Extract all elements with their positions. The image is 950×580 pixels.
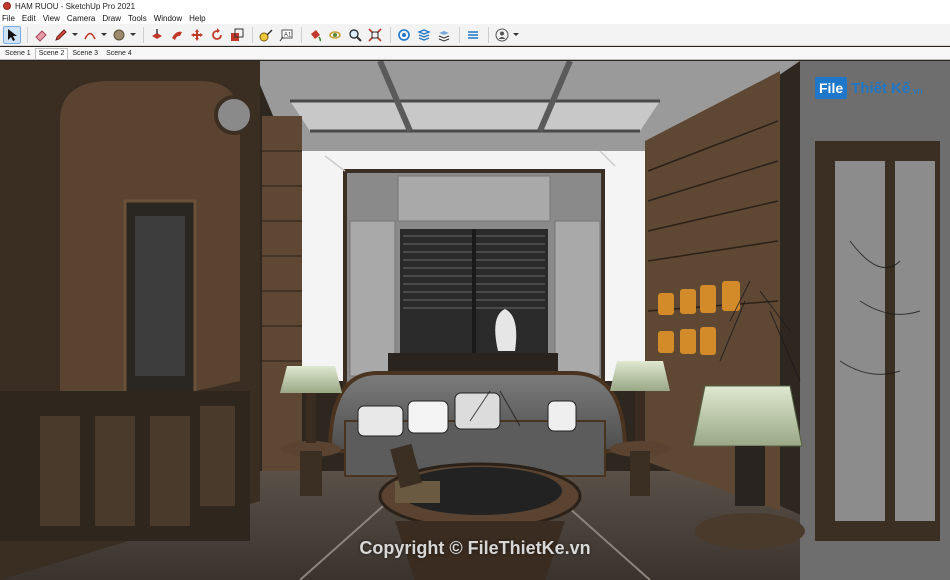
toolbar: A1 [0,24,950,46]
orbit-icon [329,30,341,39]
zoom-extents-icon [368,27,382,42]
push-pull-icon [152,28,162,39]
menu-help[interactable]: Help [189,14,205,23]
toolbar-separator [390,26,391,43]
arc-tool-button[interactable] [81,26,99,44]
pencil-icon [55,28,67,41]
toolbar-separator [252,26,253,43]
circle-shape-icon [113,29,125,40]
toolbar-separator [143,26,144,43]
extension-warehouse-button[interactable] [415,26,433,44]
shape-tool-button[interactable] [110,26,128,44]
title-bar: HAM RUOU - SketchUp Pro 2021 [0,0,950,12]
window-title: HAM RUOU - SketchUp Pro 2021 [15,1,136,11]
extension-icon [417,28,431,41]
menu-camera[interactable]: Camera [67,14,95,23]
user-account-icon [495,28,509,41]
push-pull-tool-button[interactable] [148,26,166,44]
toolbar-separator [459,26,460,43]
left-table-lamp [280,366,342,393]
eraser-icon [35,29,47,42]
svg-text:A1: A1 [284,32,292,38]
scene-tab-1[interactable]: Scene 1 [1,48,35,59]
tape-measure-tool-button[interactable] [257,26,275,44]
scene-tab-2[interactable]: Scene 2 [34,48,69,59]
toolbar-separator [301,26,302,43]
floor-lamp [692,385,803,447]
arrow-cursor-icon [8,28,17,41]
warehouse-button[interactable] [395,26,413,44]
menu-edit[interactable]: Edit [22,14,36,23]
copyright-watermark: Copyright © FileThietKe.vn [359,538,591,558]
wall-clock [214,95,254,135]
wine-cellar-render [0,61,950,580]
scale-tool-button[interactable] [228,26,246,44]
sketchup-app-icon [3,2,11,10]
right-table-lamp [610,361,670,391]
warehouse-icon [398,28,410,41]
layers-stack-icon [438,30,450,42]
pencil-tool-button[interactable] [52,26,70,44]
follow-me-tool-button[interactable] [168,26,186,44]
scene-tab-4[interactable]: Scene 4 [102,48,136,59]
filethietke-logo: File Thiết Kế .vn [815,75,922,101]
menu-view[interactable]: View [43,14,60,23]
eraser-tool-button[interactable] [32,26,50,44]
magnifier-icon [349,28,362,42]
styles-button[interactable] [464,26,482,44]
menu-tools[interactable]: Tools [128,14,147,23]
follow-me-icon [172,31,182,40]
scene-tab-3[interactable]: Scene 3 [68,48,102,59]
paint-bucket-icon [311,29,322,42]
arc-dropdown-caret[interactable] [101,26,107,44]
orbit-tool-button[interactable] [326,26,344,44]
menu-file[interactable]: File [2,14,15,23]
shape-dropdown-caret[interactable] [130,26,136,44]
scale-icon [231,28,244,41]
text-label-icon: A1 [279,29,293,41]
rotate-tool-button[interactable] [208,26,226,44]
tape-measure-icon [259,29,273,41]
menu-bar: File Edit View Camera Draw Tools Window … [0,12,950,24]
pencil-dropdown-caret[interactable] [72,26,78,44]
move-tool-button[interactable] [188,26,206,44]
scene-tabs: Scene 1 Scene 2 Scene 3 Scene 4 [0,47,950,60]
arc-icon [84,32,96,39]
select-tool-button[interactable] [3,25,21,44]
move-arrows-icon [191,28,203,41]
menu-window[interactable]: Window [154,14,182,23]
zoom-tool-button[interactable] [346,26,364,44]
toolbar-separator [27,26,28,43]
account-button[interactable] [493,26,511,44]
layers-button[interactable] [435,26,453,44]
model-viewport[interactable]: File Thiết Kế .vn Copyright © FileThietK… [0,61,950,580]
menu-draw[interactable]: Draw [102,14,121,23]
left-wine-rack [262,116,302,471]
rotate-icon [212,27,222,40]
styles-icon [468,30,478,39]
zoom-extents-tool-button[interactable] [366,26,384,44]
text-tool-button[interactable]: A1 [277,26,295,44]
toolbar-separator [488,26,489,43]
account-dropdown-caret[interactable] [513,26,519,44]
paint-bucket-tool-button[interactable] [306,26,324,44]
